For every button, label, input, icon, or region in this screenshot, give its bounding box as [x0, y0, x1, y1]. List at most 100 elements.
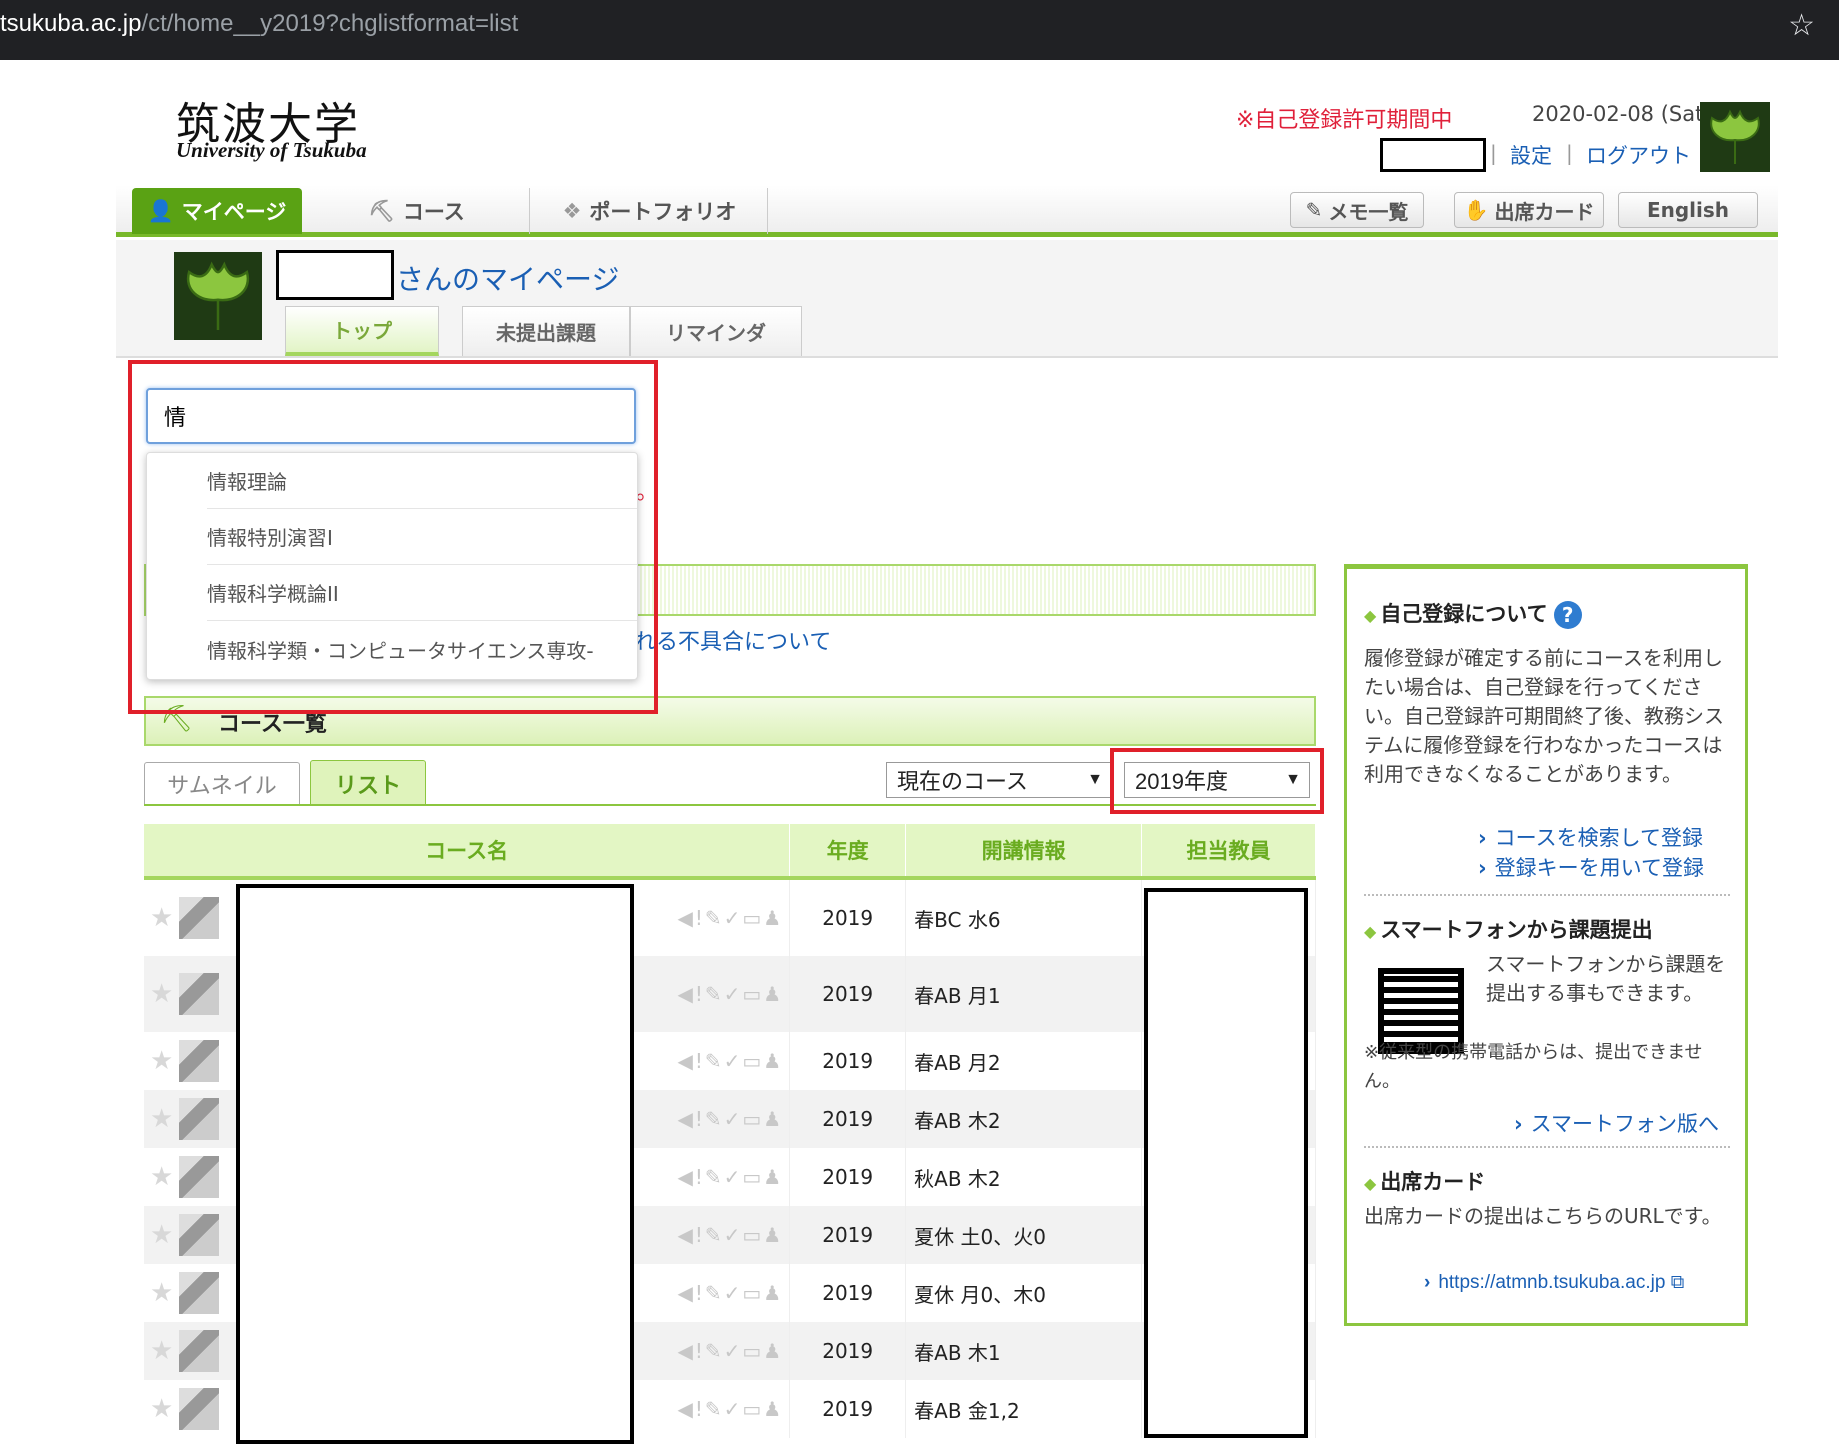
browser-address-bar[interactable]: tsukuba.ac.jp/ct/home__y2019?chglistform… — [0, 0, 1839, 60]
favorite-star-icon[interactable]: ★ — [150, 1046, 173, 1076]
course-thumbnail-icon — [179, 1330, 220, 1372]
attendance-url-link[interactable]: › https://atmnb.tsukuba.ac.jp ⧉ — [1424, 1272, 1684, 1294]
chevron-right-icon: › — [1478, 856, 1487, 880]
smartphone-text: スマートフォンから課題を提出する事もできます。 — [1486, 952, 1726, 1005]
course-thumbnail-icon — [179, 1098, 220, 1140]
course-thumbnail-icon — [179, 1272, 220, 1314]
view-list-tab[interactable]: リスト — [310, 760, 426, 806]
autocomplete-item[interactable]: 情報理論 — [207, 453, 637, 509]
favorite-star-icon[interactable]: ★ — [150, 903, 173, 933]
portfolio-icon: ❖ — [562, 199, 582, 223]
course-thumbnail-icon — [179, 1040, 220, 1082]
bookmark-star-icon[interactable]: ☆ — [1788, 8, 1815, 43]
diamond-icon: ◆ — [1364, 606, 1377, 625]
course-tool-icons: ◀!✎✓▭♟ — [677, 1339, 784, 1363]
favorite-star-icon[interactable]: ★ — [150, 1104, 173, 1134]
current-date: 2020-02-08 (Sat) — [1532, 102, 1712, 126]
memo-icon: ✎ — [1305, 198, 1323, 222]
dropdown-arrow-icon: ▼ — [1087, 771, 1103, 788]
english-button[interactable]: English — [1618, 192, 1758, 228]
search-register-link[interactable]: › コースを検索して登録 — [1478, 822, 1703, 852]
favorite-star-icon[interactable]: ★ — [150, 1220, 173, 1250]
autocomplete-item[interactable]: 情報特別演習I — [207, 509, 637, 565]
year-cell: 2019 — [789, 878, 907, 956]
chevron-right-icon: › — [1514, 1112, 1523, 1136]
mypage-title: さんのマイページ — [396, 263, 620, 296]
course-tool-icons: ◀!✎✓▭♟ — [677, 1397, 784, 1421]
divider — [1364, 894, 1730, 896]
user-avatar[interactable] — [1700, 102, 1770, 172]
settings-link[interactable]: 設定 — [1510, 140, 1552, 170]
year-cell: 2019 — [789, 1206, 907, 1264]
favorite-star-icon[interactable]: ★ — [150, 1394, 173, 1424]
column-header-term[interactable]: 開講情報 — [905, 824, 1143, 880]
term-cell: 春BC 水6 — [905, 878, 1143, 956]
course-thumbnail-icon — [179, 1214, 220, 1256]
subtab-reminder[interactable]: リマインダ — [630, 306, 802, 356]
course-tool-icons: ◀!✎✓▭♟ — [677, 1281, 784, 1305]
column-header-course-name[interactable]: コース名 — [144, 824, 791, 880]
self-registration-notice: ※自己登録許可期間中 — [1236, 108, 1453, 133]
nav-tab-mypage[interactable]: 👤 マイページ — [132, 188, 302, 234]
course-tool-icons: ◀!✎✓▭♟ — [677, 1049, 784, 1073]
subtab-top[interactable]: トップ — [285, 306, 439, 356]
self-registration-text: 履修登録が確定する前にコースを利用したい場合は、自己登録を行ってください。自己登… — [1364, 646, 1724, 786]
course-scope-select[interactable]: 現在のコース ▼ — [886, 762, 1112, 798]
redacted-course-names — [236, 884, 634, 1444]
term-cell: 春AB 月1 — [905, 956, 1143, 1032]
leaf-icon — [186, 261, 250, 330]
year-cell: 2019 — [789, 1090, 907, 1148]
year-cell: 2019 — [789, 1032, 907, 1090]
view-thumbnail-tab[interactable]: サムネイル — [144, 762, 300, 804]
leaf-icon — [1710, 109, 1760, 164]
redacted-name — [276, 250, 394, 300]
external-link-icon: ⧉ — [1670, 1272, 1685, 1293]
key-register-link[interactable]: › 登録キーを用いて登録 — [1478, 852, 1704, 882]
year-cell: 2019 — [789, 1380, 907, 1438]
term-cell: 春AB 金1,2 — [905, 1380, 1143, 1438]
hand-icon: ✋ — [1463, 198, 1489, 222]
attendance-heading: ◆ 出席カード — [1364, 1170, 1486, 1194]
favorite-star-icon[interactable]: ★ — [150, 1278, 173, 1308]
course-tool-icons: ◀!✎✓▭♟ — [677, 906, 784, 930]
year-cell: 2019 — [789, 1322, 907, 1380]
smartphone-note: ※従来型の携帯電話からは、提出できません。 — [1364, 1042, 1703, 1092]
column-header-teacher[interactable]: 担当教員 — [1141, 824, 1316, 880]
term-cell: 春AB 月2 — [905, 1032, 1143, 1090]
course-tool-icons: ◀!✎✓▭♟ — [677, 1165, 784, 1189]
chevron-right-icon: › — [1478, 826, 1487, 850]
course-thumbnail-icon — [179, 973, 220, 1015]
profile-avatar — [174, 252, 262, 340]
column-header-year[interactable]: 年度 — [789, 824, 907, 880]
favorite-star-icon[interactable]: ★ — [150, 1162, 173, 1192]
subtab-unsubmitted[interactable]: 未提出課題 — [462, 306, 630, 356]
course-icon: ⛏ — [368, 198, 395, 223]
university-logo-en[interactable]: University of Tsukuba — [176, 138, 367, 163]
term-cell: 秋AB 木2 — [905, 1148, 1143, 1206]
favorite-star-icon[interactable]: ★ — [150, 979, 173, 1009]
nav-tab-portfolio[interactable]: ❖ ポートフォリオ — [532, 188, 768, 234]
diamond-icon: ◆ — [1364, 922, 1377, 941]
divider — [1364, 1146, 1730, 1148]
course-search-input[interactable] — [146, 388, 636, 444]
separator: | — [1490, 141, 1497, 165]
favorite-star-icon[interactable]: ★ — [150, 1336, 173, 1366]
chevron-right-icon: › — [1424, 1272, 1431, 1293]
separator: | — [1566, 141, 1573, 165]
redacted-teachers — [1144, 888, 1308, 1438]
year-cell: 2019 — [789, 956, 907, 1032]
smartphone-version-link[interactable]: › スマートフォン版へ — [1514, 1108, 1719, 1138]
autocomplete-list: 情報理論 情報特別演習I 情報科学概論II 情報科学類・コンピュータサイエンス専… — [146, 452, 638, 680]
help-icon[interactable]: ? — [1553, 601, 1582, 629]
year-highlight-frame — [1110, 748, 1324, 814]
autocomplete-item[interactable]: 情報科学類・コンピュータサイエンス専攻- — [207, 621, 637, 677]
url-text[interactable]: tsukuba.ac.jp/ct/home__y2019?chglistform… — [0, 10, 518, 38]
nav-tab-course[interactable]: ⛏ コース — [304, 188, 530, 234]
logout-link[interactable]: ログアウト — [1586, 140, 1691, 170]
redacted-username — [1380, 138, 1486, 172]
memo-list-button[interactable]: ✎ メモ一覧 — [1290, 192, 1424, 228]
bug-notice-link[interactable]: れる不具合について — [634, 624, 831, 656]
attendance-card-button[interactable]: ✋ 出席カード — [1454, 192, 1604, 228]
term-cell: 夏休 土0、火0 — [905, 1206, 1143, 1264]
autocomplete-item[interactable]: 情報科学概論II — [207, 565, 637, 621]
